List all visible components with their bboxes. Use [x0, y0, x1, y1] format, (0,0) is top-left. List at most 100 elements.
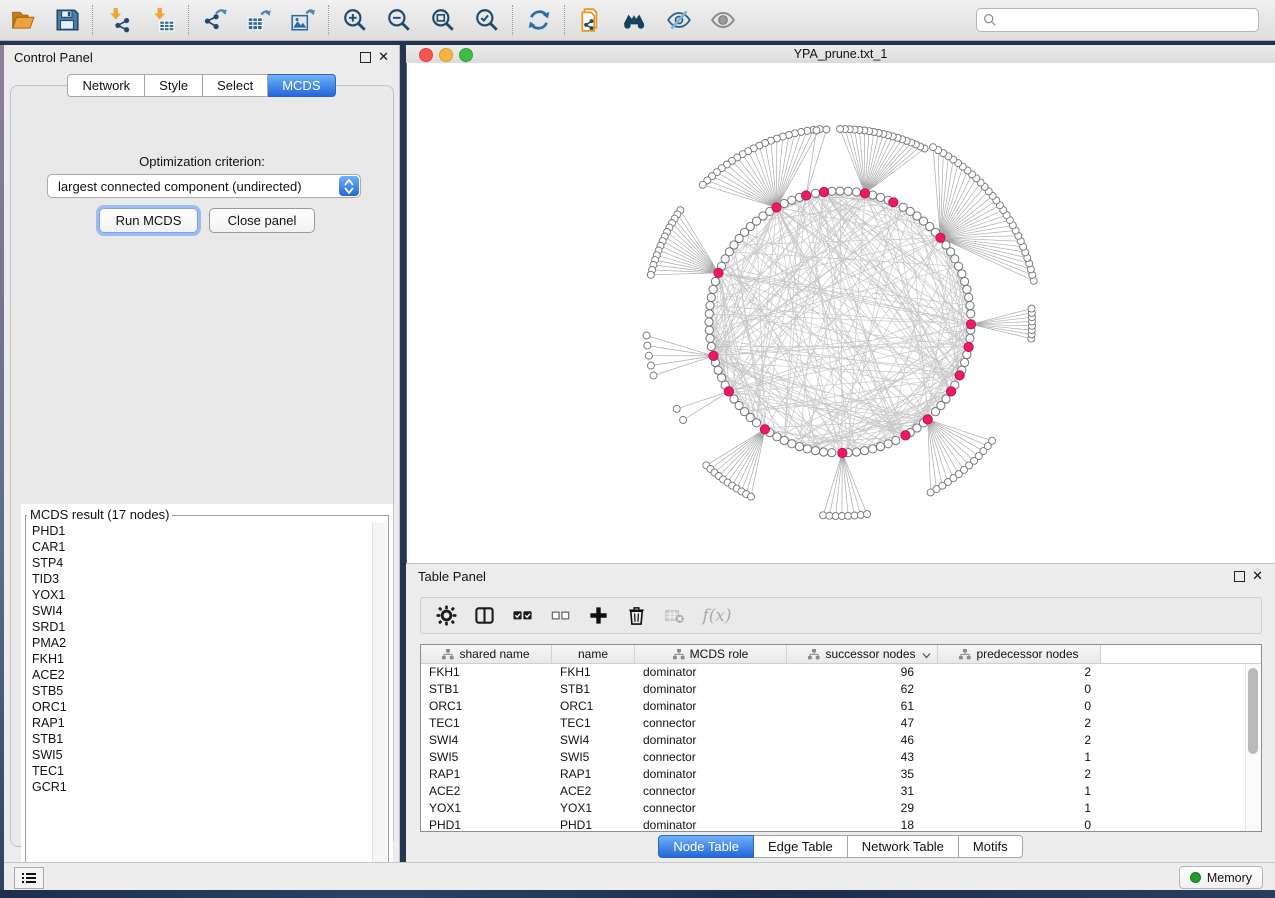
cell-MCDS-role: dominator: [635, 681, 787, 698]
cell-shared-name: FKH1: [421, 664, 552, 681]
network-view-window: YPA_prune.txt_1: [406, 45, 1275, 563]
mcds-result-group: PHD1CAR1STP4TID3YOX1SWI4SRD1PMA2FKH1ACE2…: [25, 515, 389, 879]
mcds-result-node[interactable]: STB1: [27, 731, 373, 747]
task-history-button[interactable]: [14, 867, 44, 889]
cell-successor-nodes: 46: [787, 732, 938, 749]
refresh-button[interactable]: [524, 5, 554, 35]
zoom-fit-button[interactable]: [428, 5, 458, 35]
table-panel-title: Table Panel: [418, 569, 486, 584]
table-row[interactable]: PHD1PHD1dominator180: [421, 817, 1261, 832]
mcds-result-node[interactable]: SWI4: [27, 603, 373, 619]
zoom-out-button[interactable]: [384, 5, 414, 35]
show-columns-button[interactable]: [469, 603, 499, 629]
float-panel-icon[interactable]: [360, 52, 371, 63]
tab-motifs[interactable]: Motifs: [959, 835, 1023, 858]
network-window-titlebar[interactable]: YPA_prune.txt_1: [406, 45, 1275, 64]
mcds-result-list[interactable]: PHD1CAR1STP4TID3YOX1SWI4SRD1PMA2FKH1ACE2…: [27, 523, 373, 877]
tab-network[interactable]: Network: [67, 74, 145, 97]
import-network-button[interactable]: [104, 5, 134, 35]
cell-MCDS-role: dominator: [635, 766, 787, 783]
node-table[interactable]: shared namenameMCDS rolesuccessor nodesp…: [420, 644, 1262, 832]
mcds-result-node[interactable]: ORC1: [27, 699, 373, 715]
column-header-MCDS-role[interactable]: MCDS role: [635, 645, 787, 663]
tab-mcds[interactable]: MCDS: [268, 74, 335, 97]
save-button[interactable]: [52, 5, 82, 35]
table-row[interactable]: TEC1TEC1connector472: [421, 715, 1261, 732]
network-canvas[interactable]: [406, 63, 1275, 563]
network-graph: [407, 63, 1275, 563]
cell-shared-name: YOX1: [421, 800, 552, 817]
mcds-result-node[interactable]: SRD1: [27, 619, 373, 635]
select-all-columns-button[interactable]: [507, 603, 537, 629]
export-table-button[interactable]: [244, 5, 274, 35]
table-row[interactable]: FKH1FKH1dominator962: [421, 664, 1261, 681]
float-table-panel-icon[interactable]: [1234, 571, 1245, 582]
table-scrollbar-thumb[interactable]: [1248, 668, 1258, 754]
tab-node-table[interactable]: Node Table: [658, 835, 754, 858]
show-selected-button[interactable]: [708, 5, 738, 35]
cell-name: STB1: [552, 681, 635, 698]
function-builder-button: f(x): [697, 603, 737, 629]
mcds-result-node[interactable]: SWI5: [27, 747, 373, 763]
mcds-result-node[interactable]: ACE2: [27, 667, 373, 683]
mcds-result-node[interactable]: STB5: [27, 683, 373, 699]
table-row[interactable]: ACE2ACE2connector311: [421, 783, 1261, 800]
cell-successor-nodes: 47: [787, 715, 938, 732]
tab-select[interactable]: Select: [203, 74, 268, 97]
table-row[interactable]: SWI5SWI5connector431: [421, 749, 1261, 766]
search-input[interactable]: [976, 8, 1259, 32]
tab-network-table[interactable]: Network Table: [848, 835, 959, 858]
unselect-all-columns-button[interactable]: [545, 603, 575, 629]
column-header-successor-nodes[interactable]: successor nodes: [787, 645, 938, 663]
tab-style[interactable]: Style: [145, 74, 203, 97]
node-table-body: FKH1FKH1dominator962STB1STB1dominator620…: [421, 664, 1261, 832]
cell-MCDS-role: dominator: [635, 664, 787, 681]
column-header-predecessor-nodes[interactable]: predecessor nodes: [938, 645, 1101, 663]
mcds-result-node[interactable]: PHD1: [27, 523, 373, 539]
mcds-result-node[interactable]: TEC1: [27, 763, 373, 779]
close-panel-icon[interactable]: ✕: [378, 49, 389, 65]
table-scrollbar[interactable]: [1245, 664, 1261, 831]
cell-predecessor-nodes: 1: [938, 749, 1101, 766]
close-panel-button[interactable]: Close panel: [209, 208, 315, 233]
mcds-result-node[interactable]: CAR1: [27, 539, 373, 555]
column-header-shared-name[interactable]: shared name: [421, 645, 552, 663]
tab-edge-table[interactable]: Edge Table: [754, 835, 848, 858]
table-row[interactable]: SWI4SWI4dominator462: [421, 732, 1261, 749]
zoom-in-button[interactable]: [340, 5, 370, 35]
open-folder-button[interactable]: [8, 5, 38, 35]
create-column-button[interactable]: [583, 603, 613, 629]
column-header-name[interactable]: name: [552, 645, 635, 663]
network-documents-button[interactable]: [576, 5, 606, 35]
zoom-selected-button[interactable]: [472, 5, 502, 35]
cell-shared-name: SWI5: [421, 749, 552, 766]
mcds-result-node[interactable]: STP4: [27, 555, 373, 571]
mcds-result-node[interactable]: FKH1: [27, 651, 373, 667]
import-table-button[interactable]: [148, 5, 178, 35]
cell-successor-nodes: 31: [787, 783, 938, 800]
cell-name: SWI5: [552, 749, 635, 766]
mcds-result-node[interactable]: PMA2: [27, 635, 373, 651]
sort-indicator-icon[interactable]: [922, 648, 931, 662]
optimization-criterion-select[interactable]: largest connected component (undirected): [47, 174, 361, 198]
hide-selected-button[interactable]: [664, 5, 694, 35]
table-row[interactable]: ORC1ORC1dominator610: [421, 698, 1261, 715]
cell-successor-nodes: 43: [787, 749, 938, 766]
mcds-result-node[interactable]: YOX1: [27, 587, 373, 603]
memory-button[interactable]: Memory: [1179, 866, 1263, 889]
table-row[interactable]: YOX1YOX1connector291: [421, 800, 1261, 817]
mcds-result-node[interactable]: RAP1: [27, 715, 373, 731]
table-options-gear-button[interactable]: [431, 603, 461, 629]
cell-shared-name: SWI4: [421, 732, 552, 749]
table-row[interactable]: RAP1RAP1dominator352: [421, 766, 1261, 783]
table-row[interactable]: STB1STB1dominator620: [421, 681, 1261, 698]
mcds-result-node[interactable]: TID3: [27, 571, 373, 587]
delete-columns-button[interactable]: [621, 603, 651, 629]
export-network-button[interactable]: [200, 5, 230, 35]
close-table-panel-icon[interactable]: ✕: [1252, 568, 1263, 584]
run-mcds-button[interactable]: Run MCDS: [99, 208, 198, 233]
mcds-result-scrollbar[interactable]: [372, 523, 387, 877]
first-neighbors-button[interactable]: [620, 5, 650, 35]
export-image-button[interactable]: [288, 5, 318, 35]
mcds-result-node[interactable]: GCR1: [27, 779, 373, 795]
